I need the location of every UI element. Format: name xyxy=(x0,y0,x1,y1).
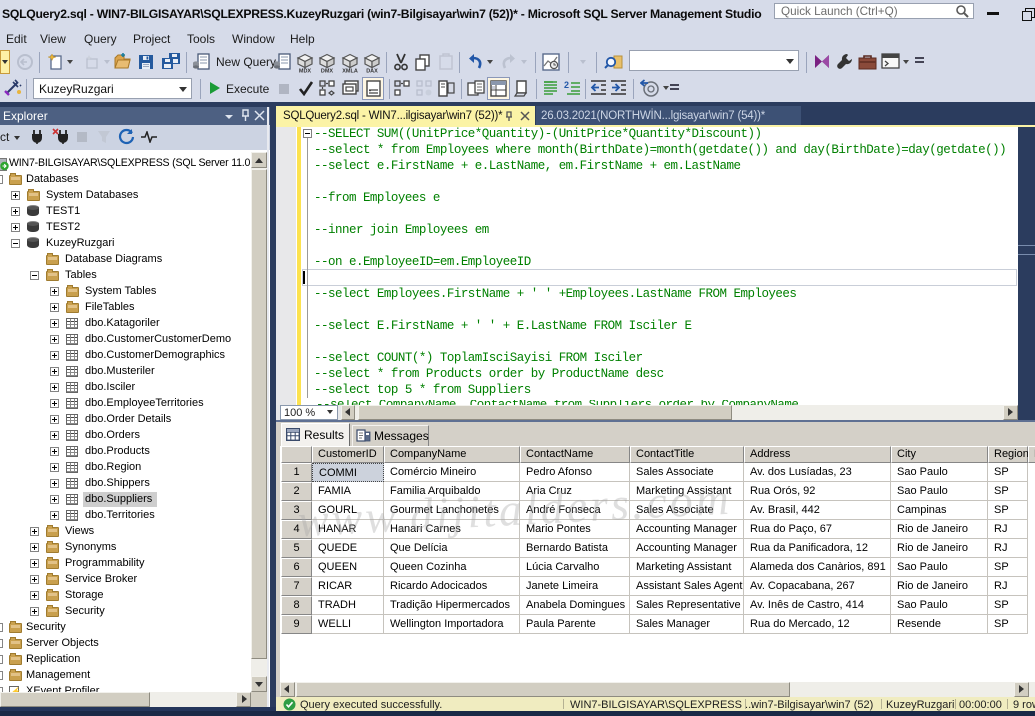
svg-text:2: 2 xyxy=(564,80,569,90)
svg-text:DAX: DAX xyxy=(366,69,378,74)
svg-text:DMX: DMX xyxy=(321,69,334,74)
svg-text:MDX: MDX xyxy=(299,69,312,74)
svg-text:XMLA: XMLA xyxy=(342,69,358,74)
